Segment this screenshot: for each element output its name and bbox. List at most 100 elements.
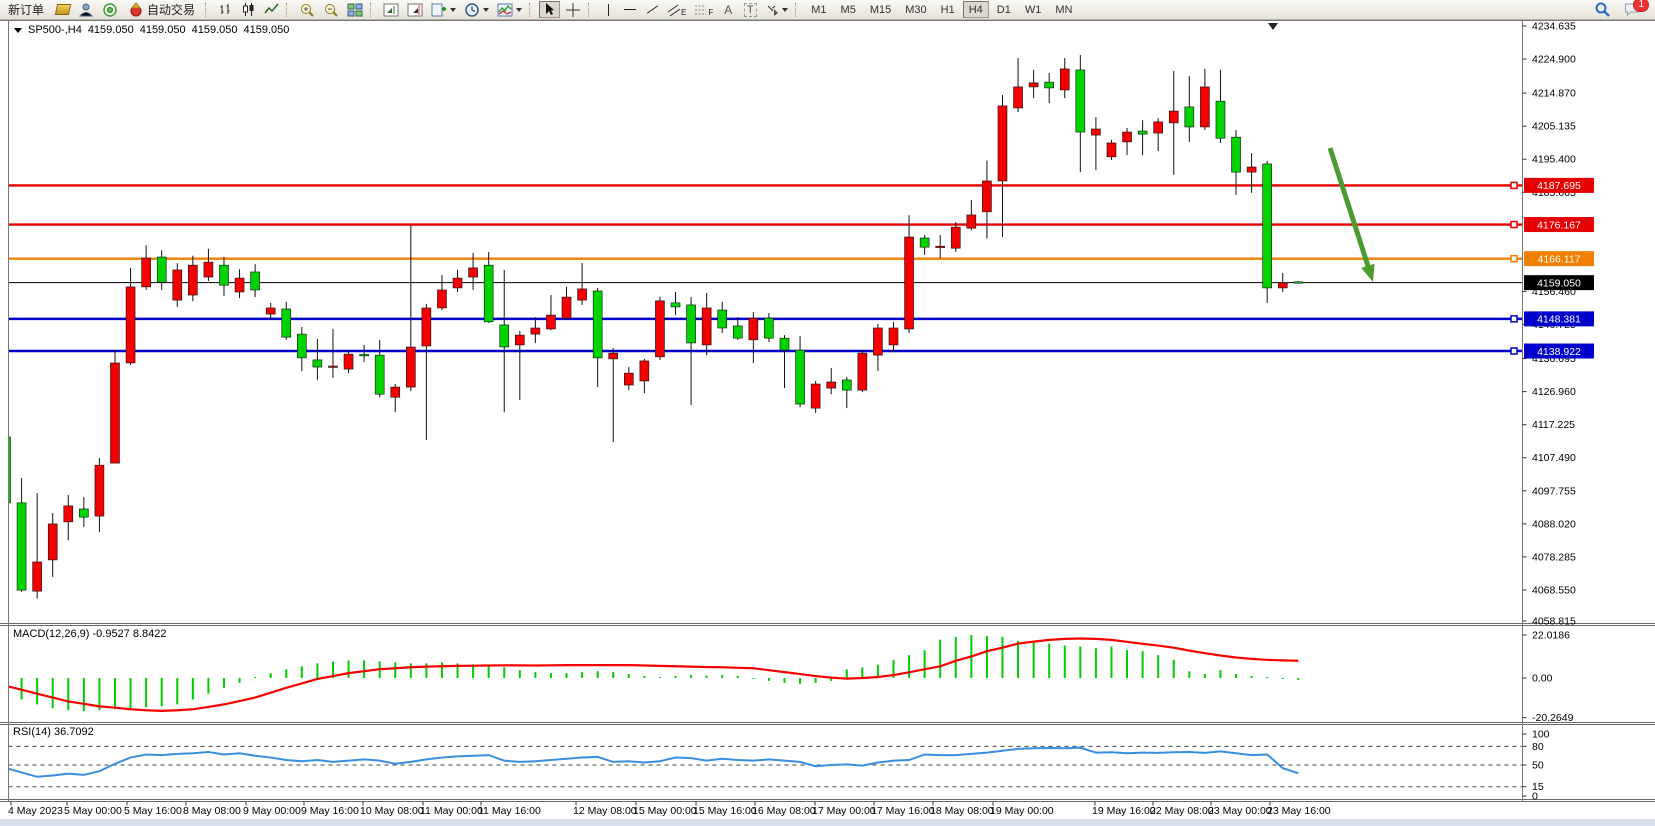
- candle-body: [842, 380, 851, 390]
- candle-body: [655, 301, 664, 357]
- candle-body: [157, 257, 166, 282]
- candle-body: [609, 353, 618, 359]
- time-label: 16 May 08:00: [752, 805, 816, 817]
- time-label: 12 May 08:00: [573, 805, 637, 817]
- price-tick-label: 4088.020: [1532, 518, 1576, 530]
- price-tick-label: 4097.755: [1532, 485, 1576, 497]
- zoom-out-button[interactable]: [320, 1, 342, 18]
- fibonacci-letter: F: [708, 8, 713, 17]
- shapes-tool-button[interactable]: [762, 1, 791, 18]
- timeframe-w1[interactable]: W1: [1019, 1, 1048, 18]
- time-label: 4 May 2023: [8, 805, 63, 817]
- dropdown-caret-icon: [450, 8, 456, 12]
- timeframe-m30[interactable]: M30: [899, 1, 932, 18]
- candle-body: [624, 373, 633, 385]
- candle-body: [1107, 143, 1116, 157]
- tile-windows-button[interactable]: [344, 1, 366, 18]
- timeframe-mn[interactable]: MN: [1049, 1, 1078, 18]
- auto-scroll-button[interactable]: [404, 1, 426, 18]
- candle-body: [733, 326, 742, 338]
- candle-body: [344, 354, 353, 369]
- horizontal-line-tool-button[interactable]: [620, 1, 640, 18]
- profiles-button[interactable]: [53, 1, 73, 18]
- candle-body: [204, 262, 213, 277]
- line-chart-button[interactable]: [261, 1, 282, 18]
- candle-body: [110, 363, 119, 463]
- zoom-in-icon: [299, 2, 315, 18]
- chart-canvas[interactable]: 4234.6354224.9004214.8704205.1354195.400…: [0, 0, 1655, 826]
- candle-body: [578, 289, 587, 300]
- timeframe-d1[interactable]: D1: [991, 1, 1017, 18]
- crosshair-tool-button[interactable]: [562, 1, 584, 18]
- candle-body: [188, 265, 197, 295]
- new-order-button[interactable]: 新订单: [1, 1, 51, 18]
- channel-icon: [667, 3, 680, 17]
- search-button[interactable]: [1591, 1, 1614, 18]
- line-handle[interactable]: [1511, 316, 1517, 322]
- price-tick-label: 4205.135: [1532, 121, 1576, 133]
- timeframe-h1[interactable]: H1: [935, 1, 961, 18]
- candle-body: [1216, 101, 1225, 138]
- timeframe-m5[interactable]: M5: [835, 1, 862, 18]
- candle-body: [375, 355, 384, 394]
- candle-body: [1200, 87, 1209, 127]
- new-chart-button[interactable]: [428, 1, 459, 18]
- signals-button[interactable]: [99, 1, 121, 18]
- candle-body: [48, 524, 57, 560]
- new-order-label: 新订单: [8, 1, 44, 18]
- candle-body: [360, 354, 369, 355]
- timeframe-m1[interactable]: M1: [805, 1, 832, 18]
- indicators-button[interactable]: [494, 1, 525, 18]
- notification-badge: 1: [1633, 0, 1649, 12]
- timeframe-h4[interactable]: H4: [963, 1, 989, 18]
- line-handle[interactable]: [1511, 256, 1517, 262]
- clock-icon: [464, 2, 480, 18]
- line-handle[interactable]: [1511, 182, 1517, 188]
- auto-scroll-icon: [407, 2, 423, 18]
- price-tick-label: 4107.490: [1532, 452, 1576, 464]
- candle-body: [79, 509, 88, 517]
- fibonacci-tool-button[interactable]: F: [691, 1, 716, 18]
- new-chart-icon: [431, 2, 447, 18]
- period-button[interactable]: [461, 1, 492, 18]
- depth-of-market-icon: [78, 2, 94, 18]
- candle-body: [967, 215, 976, 228]
- line-handle[interactable]: [1511, 348, 1517, 354]
- candle-body: [858, 353, 867, 390]
- vertical-line-tool-button[interactable]: [598, 1, 618, 18]
- collapse-triangle-icon[interactable]: [14, 28, 22, 33]
- candle-body: [406, 347, 415, 387]
- candle-body: [251, 272, 260, 290]
- cursor-icon: [542, 2, 557, 17]
- candle-body: [1029, 83, 1038, 87]
- trendline-tool-button[interactable]: [642, 1, 662, 18]
- timeframe-m15[interactable]: M15: [864, 1, 897, 18]
- candle-body: [1060, 69, 1069, 90]
- time-label: 23 May 16:00: [1267, 805, 1331, 817]
- candle-body: [126, 287, 135, 363]
- crosshair-icon: [565, 2, 581, 18]
- zoom-in-button[interactable]: [296, 1, 318, 18]
- equidistant-channel-tool-button[interactable]: E: [664, 1, 689, 18]
- candle-body: [1014, 87, 1023, 108]
- notifications-button[interactable]: 1: [1621, 1, 1644, 18]
- autotrading-button[interactable]: 自动交易: [123, 1, 201, 18]
- macd-name: MACD(12,26,9): [13, 628, 89, 640]
- level-price-badge: 4187.695: [1537, 180, 1581, 192]
- candle-body: [546, 315, 555, 329]
- price-tick-label: 4234.635: [1532, 21, 1576, 33]
- time-label: 22 May 08:00: [1150, 805, 1214, 817]
- text-tool-button[interactable]: A: [718, 1, 738, 18]
- line-handle[interactable]: [1511, 222, 1517, 228]
- rsi-axis-label: 80: [1532, 741, 1544, 753]
- bar-chart-button[interactable]: [215, 1, 236, 18]
- metatrader-window: 新订单 自动交易: [0, 0, 1655, 826]
- cursor-tool-button[interactable]: [539, 1, 560, 18]
- candle-body: [17, 503, 26, 590]
- candle-body: [33, 562, 42, 591]
- chart-shift-button[interactable]: [380, 1, 402, 18]
- candlestick-chart-button[interactable]: [238, 1, 259, 18]
- depth-of-market-button[interactable]: [75, 1, 97, 18]
- signals-icon: [102, 2, 118, 18]
- text-label-tool-button[interactable]: T: [740, 1, 760, 18]
